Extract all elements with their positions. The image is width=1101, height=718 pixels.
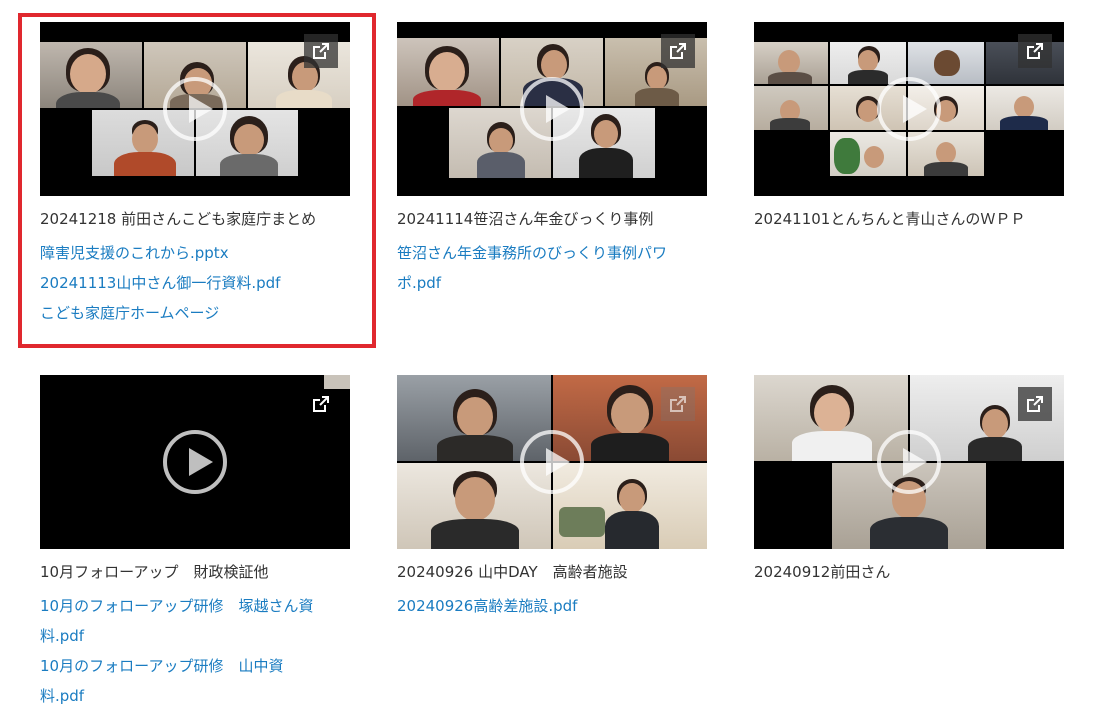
- attachment-link[interactable]: 20240926高齢差施設.pdf: [397, 591, 709, 621]
- video-card: 20240912前田さん: [754, 375, 1066, 583]
- selection-highlight: [18, 13, 376, 348]
- play-circle-icon[interactable]: [520, 430, 584, 494]
- play-circle-icon[interactable]: [163, 430, 227, 494]
- video-thumbnail[interactable]: [754, 375, 1064, 549]
- video-thumbnail[interactable]: [754, 22, 1064, 196]
- external-link-icon[interactable]: [304, 387, 338, 421]
- video-thumbnail[interactable]: [397, 375, 707, 549]
- video-thumbnail[interactable]: [40, 375, 350, 549]
- external-link-icon[interactable]: [661, 34, 695, 68]
- video-card: 20241101とんちんと青山さんのＷＰＰ: [754, 22, 1066, 230]
- external-link-icon[interactable]: [661, 387, 695, 421]
- play-circle-icon[interactable]: [520, 77, 584, 141]
- video-card: 10月フォローアップ 財政検証他 10月のフォローアップ研修 塚越さん資料.pd…: [40, 375, 352, 711]
- play-circle-icon[interactable]: [877, 430, 941, 494]
- video-thumbnail[interactable]: [397, 22, 707, 196]
- video-card: 20240926 山中DAY 高齢者施設 20240926高齢差施設.pdf: [397, 375, 709, 621]
- attachment-link[interactable]: 10月のフォローアップ研修 山中資料.pdf: [40, 651, 320, 711]
- video-title: 20241101とんちんと青山さんのＷＰＰ: [754, 210, 1026, 228]
- video-title: 20241114笹沼さん年金びっくり事例: [397, 210, 654, 228]
- video-title: 20240912前田さん: [754, 563, 891, 581]
- video-title: 20240926 山中DAY 高齢者施設: [397, 563, 628, 581]
- external-link-icon[interactable]: [1018, 34, 1052, 68]
- attachment-link[interactable]: 笹沼さん年金事務所のびっくり事例パワポ.pdf: [397, 238, 707, 298]
- video-card: 20241114笹沼さん年金びっくり事例 笹沼さん年金事務所のびっくり事例パワポ…: [397, 22, 709, 298]
- external-link-icon[interactable]: [1018, 387, 1052, 421]
- video-title: 10月フォローアップ 財政検証他: [40, 563, 269, 581]
- play-circle-icon[interactable]: [877, 77, 941, 141]
- attachment-link[interactable]: 10月のフォローアップ研修 塚越さん資料.pdf: [40, 591, 352, 651]
